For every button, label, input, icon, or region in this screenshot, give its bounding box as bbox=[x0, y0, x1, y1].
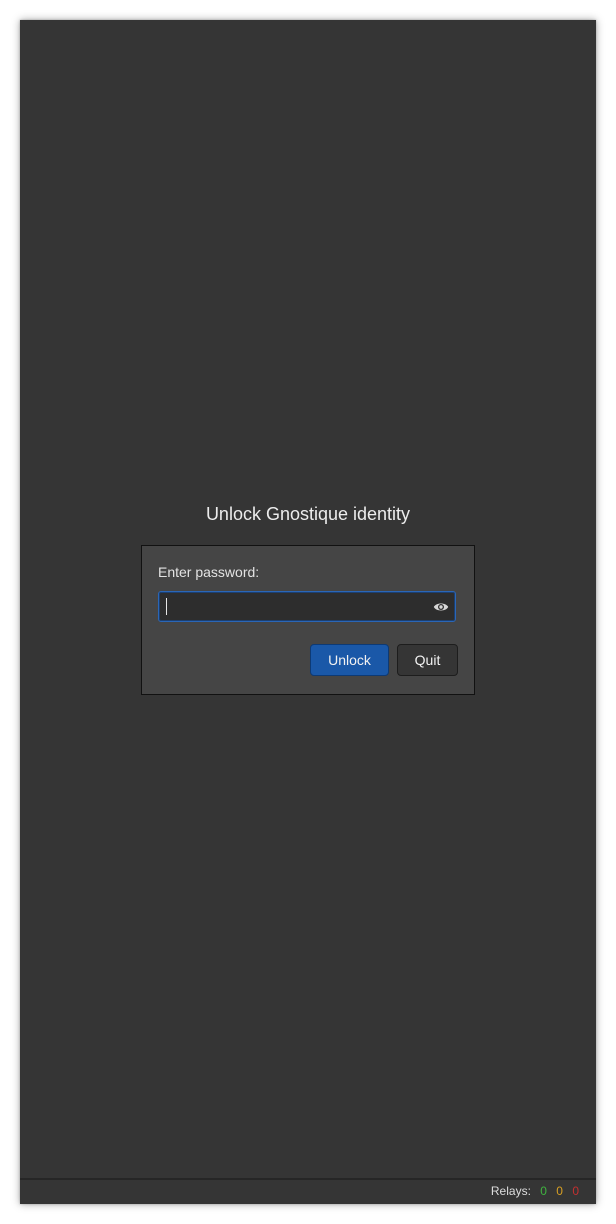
unlock-button[interactable]: Unlock bbox=[310, 644, 389, 676]
password-input[interactable] bbox=[165, 596, 425, 617]
unlock-panel: Enter password: Unlock Quit bbox=[141, 545, 475, 695]
eye-icon[interactable] bbox=[433, 599, 449, 615]
password-label: Enter password: bbox=[158, 564, 260, 580]
relays-connected-count: 0 bbox=[540, 1184, 547, 1198]
relays-label: Relays: bbox=[490, 1184, 531, 1198]
app-window: Unlock Gnostique identity Enter password… bbox=[20, 20, 596, 1204]
password-field[interactable] bbox=[158, 591, 456, 622]
status-bar: Relays: 0 0 0 bbox=[20, 1178, 596, 1204]
relays-disconnected-count: 0 bbox=[572, 1184, 579, 1198]
relays-status: Relays: 0 0 0 bbox=[491, 1184, 579, 1198]
relays-connecting-count: 0 bbox=[556, 1184, 563, 1198]
text-caret bbox=[166, 598, 167, 615]
dialog-title: Unlock Gnostique identity bbox=[205, 504, 411, 524]
quit-button[interactable]: Quit bbox=[397, 644, 458, 676]
